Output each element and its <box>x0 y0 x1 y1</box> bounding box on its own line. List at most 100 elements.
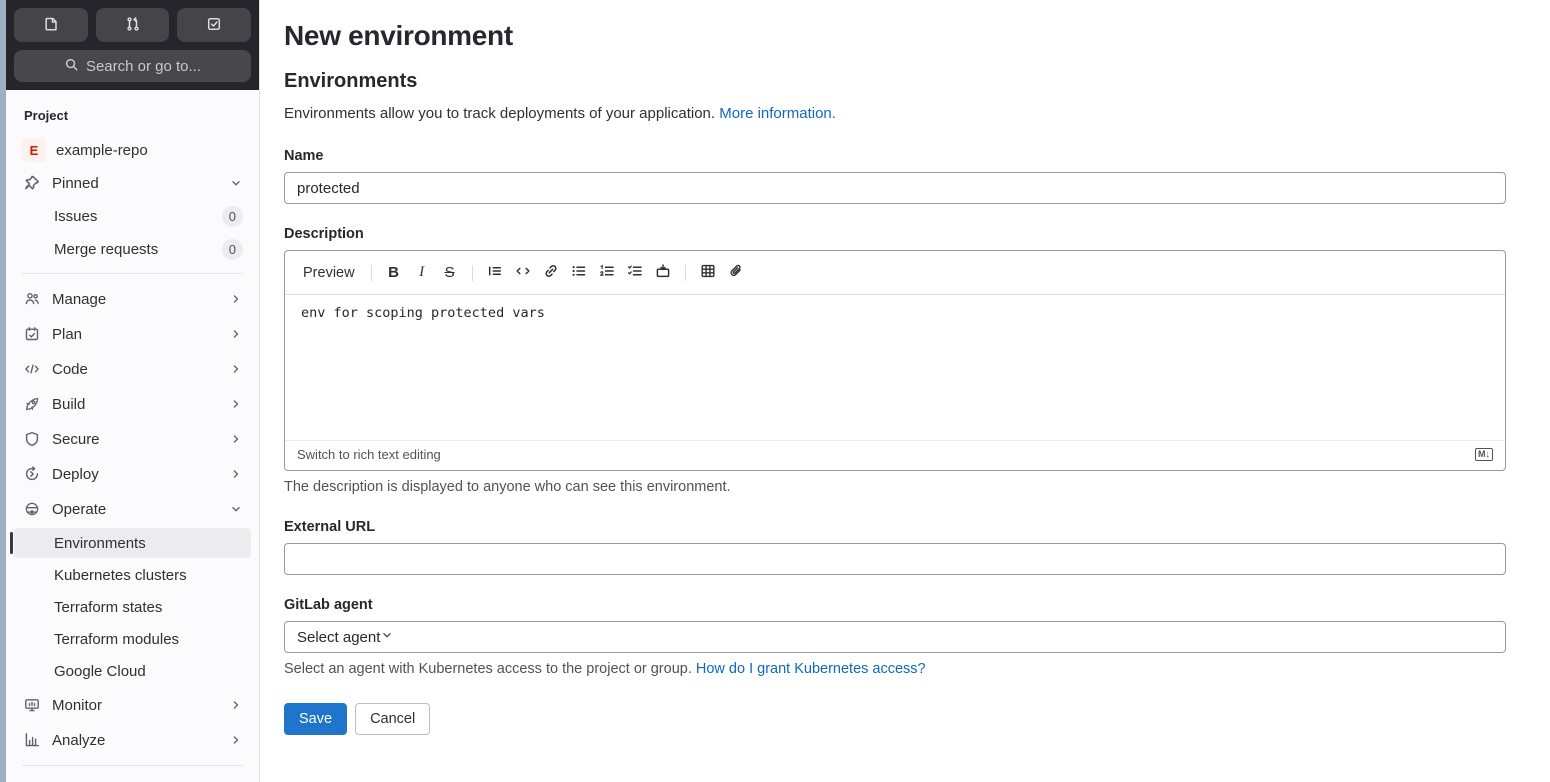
bold-icon: B <box>388 264 399 281</box>
sidebar-item-analyze[interactable]: Analyze <box>14 723 251 757</box>
merge-requests-count-badge: 0 <box>221 238 243 260</box>
chevron-right-icon <box>229 292 243 306</box>
quote-icon <box>487 263 503 282</box>
toolbar-divider <box>471 264 473 281</box>
issues-shortcut-button[interactable] <box>14 8 88 42</box>
chevron-right-icon <box>229 327 243 341</box>
preview-button[interactable]: Preview <box>295 261 363 285</box>
chevron-down-icon <box>229 176 243 190</box>
description-textarea[interactable]: env for scoping protected vars <box>285 295 1505 440</box>
external-url-label: External URL <box>284 519 376 535</box>
sidebar-item-terraform-modules[interactable]: Terraform modules <box>14 624 251 654</box>
sidebar-item-kubernetes-clusters[interactable]: Kubernetes clusters <box>14 560 251 590</box>
collapsible-section-button[interactable] <box>650 260 676 286</box>
pin-icon <box>24 175 40 191</box>
chevron-down-icon <box>380 628 394 646</box>
task-list-button[interactable] <box>622 260 648 286</box>
description-label: Description <box>284 226 364 242</box>
strikethrough-icon: S <box>444 264 455 281</box>
sidebar-item-operate[interactable]: Operate <box>14 492 251 526</box>
intro-text: Environments allow you to track deployme… <box>284 105 1506 122</box>
kubernetes-access-link[interactable]: How do I grant Kubernetes access? <box>696 661 926 677</box>
kubernetes-clusters-label: Kubernetes clusters <box>54 566 187 584</box>
issues-icon <box>43 16 59 35</box>
switch-rich-text-button[interactable]: Switch to rich text editing <box>297 447 441 462</box>
plan-label: Plan <box>52 325 83 343</box>
rocket-icon <box>24 396 40 412</box>
gitlab-agent-select[interactable]: Select agent <box>284 621 1506 653</box>
sidebar-item-pinned[interactable]: Pinned <box>14 167 251 199</box>
gitlab-agent-label: GitLab agent <box>284 597 373 613</box>
project-name: example-repo <box>56 141 148 159</box>
save-button[interactable]: Save <box>284 703 348 735</box>
operate-icon <box>24 501 40 517</box>
bold-button[interactable]: B <box>381 260 407 286</box>
merge-requests-shortcut-button[interactable] <box>95 8 170 42</box>
markdown-editor: Preview B I S env for scoping protected … <box>284 250 1506 471</box>
page-title: New environment <box>284 20 513 51</box>
external-url-field-group: External URL <box>284 519 1506 575</box>
calendar-icon <box>24 326 40 342</box>
chevron-right-icon <box>229 733 243 747</box>
code-icon <box>24 361 40 377</box>
quote-button[interactable] <box>482 260 508 286</box>
merge-requests-label: Merge requests <box>54 240 159 258</box>
sidebar-item-terraform-states[interactable]: Terraform states <box>14 592 251 622</box>
search-label: Search or go to... <box>85 57 202 75</box>
deploy-label: Deploy <box>52 465 99 483</box>
sidebar-item-monitor[interactable]: Monitor <box>14 688 251 722</box>
sidebar-item-plan[interactable]: Plan <box>14 317 251 351</box>
name-label: Name <box>284 148 324 164</box>
sidebar-item-environments[interactable]: Environments <box>10 528 251 558</box>
insert-table-button[interactable] <box>695 260 721 286</box>
bullet-list-icon <box>571 263 587 282</box>
numbered-list-button[interactable] <box>594 260 620 286</box>
external-url-input[interactable] <box>284 543 1506 575</box>
collapsible-section-icon <box>655 263 671 282</box>
more-information-link[interactable]: More information. <box>719 105 836 122</box>
markdown-toolbar: Preview B I S <box>285 251 1505 295</box>
search-input[interactable]: Search or go to... <box>14 50 251 82</box>
chevron-right-icon <box>229 698 243 712</box>
sidebar-item-secure[interactable]: Secure <box>14 422 251 456</box>
sidebar-item-manage[interactable]: Manage <box>14 282 251 316</box>
main-content: New environment Environments Environment… <box>260 0 1550 782</box>
toolbar-divider <box>370 264 372 281</box>
gitlab-agent-help-body: Select an agent with Kubernetes access t… <box>284 661 692 677</box>
todo-list-shortcut-button[interactable] <box>177 8 252 42</box>
sidebar-item-google-cloud[interactable]: Google Cloud <box>14 656 251 686</box>
analyze-icon <box>24 732 40 748</box>
monitor-label: Monitor <box>52 696 103 714</box>
description-field-group: Description Preview B I S env for scopin… <box>284 226 1506 495</box>
sidebar-item-issues[interactable]: Issues 0 <box>14 200 251 232</box>
sidebar-divider <box>22 273 243 274</box>
italic-button[interactable]: I <box>409 260 435 286</box>
attach-file-button[interactable] <box>723 260 749 286</box>
environments-label: Environments <box>54 534 146 552</box>
bullet-list-button[interactable] <box>566 260 592 286</box>
italic-icon: I <box>419 264 425 280</box>
todos-icon <box>206 16 222 35</box>
task-list-icon <box>627 263 643 282</box>
sidebar-nav: Project E example-repo Pinned Issues 0 M… <box>6 90 259 782</box>
sidebar-item-project[interactable]: E example-repo <box>14 134 251 166</box>
insert-code-button[interactable] <box>510 260 536 286</box>
environments-heading: Environments <box>284 70 418 92</box>
gitlab-agent-help-text: Select an agent with Kubernetes access t… <box>284 661 1506 677</box>
link-icon <box>543 263 559 282</box>
sidebar-item-code[interactable]: Code <box>14 352 251 386</box>
sidebar: Search or go to... Project E example-rep… <box>6 0 260 782</box>
markdown-icon[interactable]: M↓ <box>1475 448 1493 461</box>
sidebar-item-deploy[interactable]: Deploy <box>14 457 251 491</box>
sidebar-item-build[interactable]: Build <box>14 387 251 421</box>
name-input[interactable] <box>284 172 1506 204</box>
chevron-right-icon <box>229 362 243 376</box>
search-icon <box>64 57 79 76</box>
operate-label: Operate <box>52 500 107 518</box>
name-field-group: Name <box>284 148 1506 204</box>
sidebar-item-merge-requests[interactable]: Merge requests 0 <box>14 233 251 265</box>
strikethrough-button[interactable]: S <box>437 260 463 286</box>
insert-link-button[interactable] <box>538 260 564 286</box>
cancel-button[interactable]: Cancel <box>355 703 431 735</box>
manage-label: Manage <box>52 290 107 308</box>
